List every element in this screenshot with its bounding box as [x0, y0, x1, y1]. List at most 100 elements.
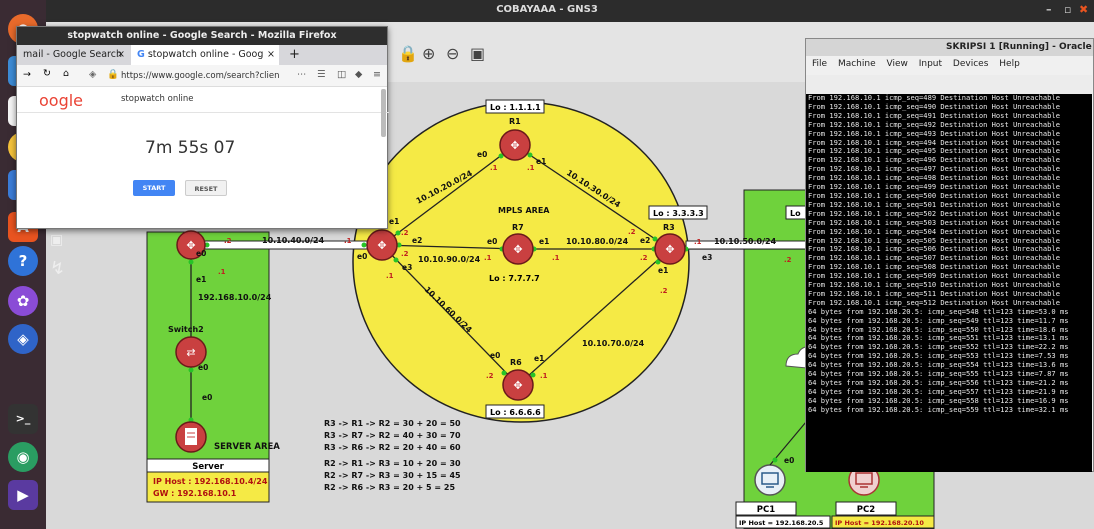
- path-cost-2: R3 -> R7 -> R2 = 40 + 30 = 70: [324, 431, 461, 440]
- if-sw-e0: e0: [198, 363, 208, 372]
- loopback-r3: Lo : 3.3.3.3: [653, 209, 704, 218]
- tab-label: stopwatch online - Goog: [147, 49, 264, 60]
- ip-r1-d1: .1: [490, 164, 498, 172]
- ip-r7-e1-d1: .1: [552, 254, 560, 262]
- extension-icon[interactable]: ◆: [355, 69, 362, 80]
- library-icon[interactable]: ☰: [317, 69, 326, 80]
- if-r7-e1: e1: [539, 237, 549, 246]
- cable-icon[interactable]: ↯: [50, 258, 65, 279]
- switch-label: Switch2: [168, 325, 204, 334]
- if-r6-e0: e0: [490, 351, 500, 360]
- server-node[interactable]: [175, 421, 207, 453]
- menu-help[interactable]: Help: [999, 59, 1020, 69]
- menu-icon[interactable]: ≡: [373, 69, 381, 80]
- minimize-icon[interactable]: –: [1046, 3, 1052, 16]
- menu-machine[interactable]: Machine: [838, 59, 876, 69]
- menu-devices[interactable]: Devices: [953, 59, 988, 69]
- firefox-title: stopwatch online - Google Search - Mozil…: [17, 27, 387, 45]
- router-r3[interactable]: ✥: [654, 233, 686, 265]
- router-r7[interactable]: ✥: [502, 233, 534, 265]
- ip-r4-lan-d1: .1: [218, 268, 226, 276]
- zoom-in-icon[interactable]: ⊕: [422, 44, 440, 63]
- new-tab-icon[interactable]: +: [283, 45, 301, 65]
- close-icon[interactable]: ✖: [1079, 3, 1088, 16]
- lock-icon[interactable]: 🔒: [398, 44, 418, 63]
- virtualbox-icon[interactable]: ◈: [8, 324, 38, 354]
- tab-stopwatch[interactable]: G stopwatch online - Goog ×: [131, 45, 279, 65]
- if-server-e0: e0: [202, 393, 212, 402]
- gns3-icon[interactable]: ✿: [8, 286, 38, 316]
- loopback-r7: Lo : 7.7.7.7: [489, 274, 540, 283]
- zoom-out-icon[interactable]: ⊖: [446, 44, 464, 63]
- close-tab-icon[interactable]: ×: [267, 45, 275, 65]
- if-r1-e1: e1: [536, 157, 546, 166]
- ip-r2-r1-d2: .2: [401, 229, 409, 237]
- ip-r3-r5-d1: .1: [694, 238, 702, 246]
- tracking-shield-icon[interactable]: ◈: [89, 69, 96, 80]
- ip-r4-d2: .2: [224, 237, 232, 245]
- top-bar: COBAYAAA - GNS3 – ▫ ✖: [0, 0, 1094, 22]
- menu-input[interactable]: Input: [919, 59, 942, 69]
- ip-r1-e1-d1: .1: [527, 164, 535, 172]
- home-icon[interactable]: ⌂: [63, 68, 69, 79]
- menu-file[interactable]: File: [812, 59, 827, 69]
- menu-view[interactable]: View: [887, 59, 908, 69]
- vm-terminal[interactable]: From 192.168.10.1 icmp_seq=489 Destinati…: [806, 94, 1092, 472]
- forward-icon[interactable]: →: [23, 69, 31, 80]
- start-button[interactable]: START: [133, 180, 175, 196]
- screenshot-icon[interactable]: ▣: [470, 44, 488, 63]
- net-label-lan: 192.168.10.0/24: [198, 293, 272, 302]
- console-icon[interactable]: ▣: [50, 232, 63, 248]
- virtualbox-menu: File Machine View Input Devices Help: [806, 56, 1093, 72]
- google-logo[interactable]: oogle: [39, 91, 83, 110]
- router-r6[interactable]: ✥: [502, 369, 534, 401]
- google-favicon-icon: G: [137, 49, 145, 60]
- svg-text:✥: ✥: [377, 239, 386, 252]
- tab-gmail[interactable]: mail - Google Search ×: [17, 45, 129, 65]
- browser-icon[interactable]: ◉: [8, 442, 38, 472]
- ip-r6-e1-d1: .1: [540, 372, 548, 380]
- path-cost-3: R3 -> R6 -> R2 = 20 + 40 = 60: [324, 443, 461, 452]
- loopback-r1: Lo : 1.1.1.1: [490, 103, 541, 112]
- scrollbar-thumb[interactable]: [381, 89, 386, 137]
- ip-r3-r7-d2: .2: [640, 254, 648, 262]
- ip-r3-r6-d2: .2: [660, 287, 668, 295]
- if-r1-e0: e0: [477, 150, 487, 159]
- server-area-label: SERVER AREA: [214, 442, 280, 452]
- ip-r3-r1-d2: .2: [628, 228, 636, 236]
- desktop: 🔒 ⊕ ⊖ ▣ ✥ ✥ ✥ ✥ ✥ ✥ ⇄ Lo: 1.1.1.1 Lo: …: [0, 0, 1094, 529]
- router-r1[interactable]: ✥: [499, 129, 531, 161]
- page-actions-icon[interactable]: ⋯: [297, 69, 307, 80]
- virtualbox-window: SKRIPSI 1 [Running] - Oracle VM Virt Fil…: [805, 38, 1094, 472]
- sidebar-icon[interactable]: ◫: [337, 69, 346, 80]
- close-tab-icon[interactable]: ×: [117, 45, 125, 65]
- search-input[interactable]: stopwatch online: [121, 94, 194, 104]
- pc2-label: PC2: [857, 505, 875, 515]
- if-r3-e2: e2: [640, 236, 650, 245]
- ip-r7-d1: .1: [484, 254, 492, 262]
- ip-r2-d1: .1: [344, 237, 352, 245]
- lock-icon[interactable]: 🔒: [107, 69, 119, 80]
- router-label-r3: R3: [663, 223, 675, 232]
- net-label-50: 10.10.50.0/24: [714, 237, 777, 246]
- svg-text:⇄: ⇄: [186, 346, 195, 359]
- router-r2[interactable]: ✥: [366, 229, 398, 261]
- pc2-ip: IP Host = 192.168.20.10: [835, 519, 924, 527]
- net-label-40: 10.10.40.0/24: [262, 236, 325, 245]
- maximize-icon[interactable]: ▫: [1064, 3, 1071, 16]
- reset-button[interactable]: RESET: [185, 180, 227, 196]
- tab-label: mail - Google Search: [23, 49, 122, 60]
- ip-r2-r7-d2: .2: [401, 250, 409, 258]
- reload-icon[interactable]: ↻: [43, 68, 51, 79]
- player-icon[interactable]: ▶: [8, 480, 38, 510]
- vm-strip: [806, 75, 1092, 94]
- if-r4-e1: e1: [196, 275, 206, 284]
- firefox-window: stopwatch online - Google Search - Mozil…: [16, 26, 389, 229]
- terminal-icon[interactable]: >_: [8, 404, 38, 434]
- gns3-window-title: COBAYAAA - GNS3: [496, 4, 598, 15]
- url-bar[interactable]: https://www.google.com/search?clien: [121, 68, 293, 84]
- loopback-r5: Lo: [790, 209, 801, 218]
- svg-text:✥: ✥: [186, 239, 195, 252]
- help-icon[interactable]: ?: [8, 246, 38, 276]
- pc1-node[interactable]: [754, 464, 786, 496]
